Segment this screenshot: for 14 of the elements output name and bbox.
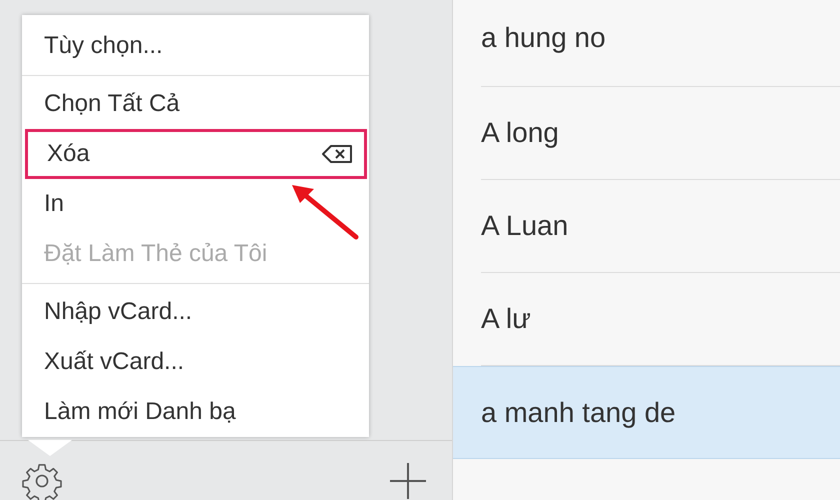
menu-item[interactable]: Xuất vCard... [22,337,369,387]
menu-item[interactable]: Chọn Tất Cả [22,79,369,129]
menu-item[interactable]: Nhập vCard... [22,287,369,337]
menu-item[interactable]: Tùy chọn... [22,21,369,71]
contact-row[interactable]: A long [481,87,840,180]
contact-row[interactable]: a hung no [481,0,840,87]
annotation-arrow [290,183,360,241]
add-icon[interactable] [388,460,428,500]
contact-row[interactable]: A Luan [481,180,840,273]
menu-item[interactable]: In [22,179,369,229]
menu-pointer [28,440,72,456]
menu-item[interactable]: Làm mới Danh bạ [22,387,369,437]
contact-row[interactable]: a manh tang de [453,366,840,459]
menu-item[interactable]: Xóa [25,129,367,179]
